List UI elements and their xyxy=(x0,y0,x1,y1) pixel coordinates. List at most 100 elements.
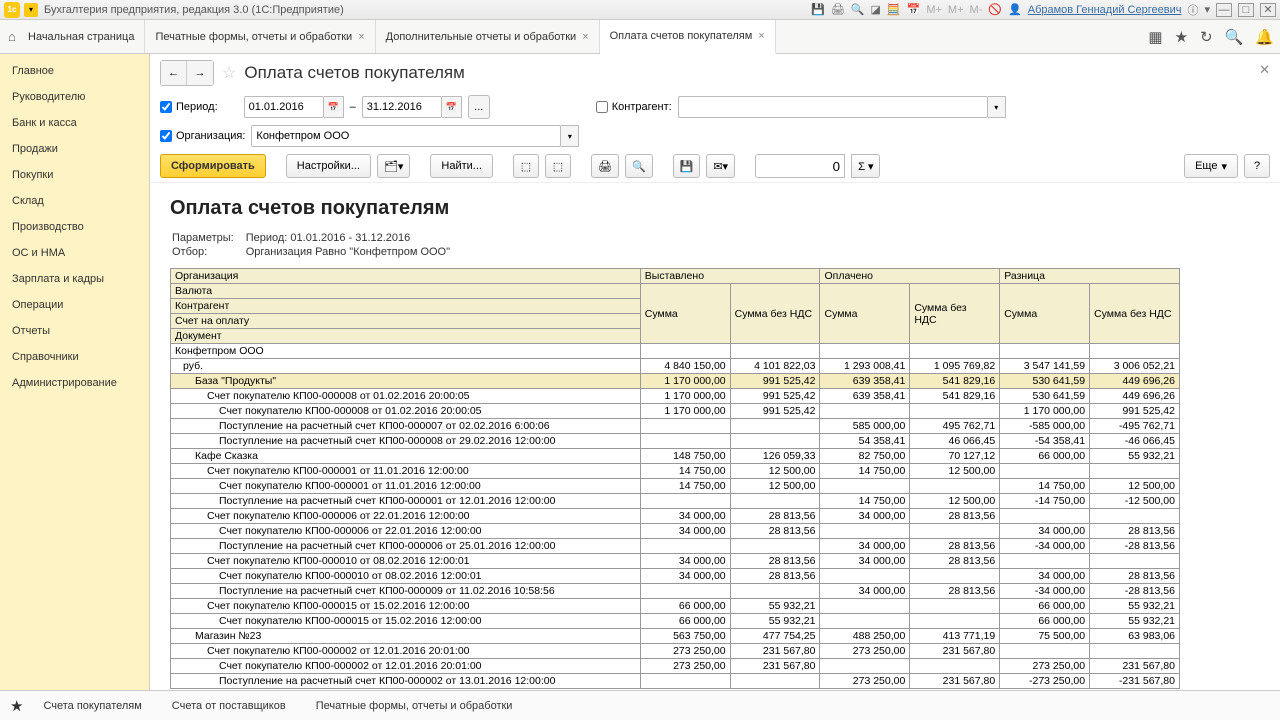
notifications-bell-icon[interactable]: 🔔 xyxy=(1255,28,1274,46)
sidebar-item[interactable]: Продажи xyxy=(0,136,149,162)
period-checkbox-label[interactable]: Период: xyxy=(160,101,218,113)
nav-forward-button[interactable]: → xyxy=(187,61,213,85)
sidebar-item[interactable]: Главное xyxy=(0,58,149,84)
taskbar-link[interactable]: Счета от поставщиков xyxy=(172,700,286,712)
org-checkbox-label[interactable]: Организация: xyxy=(160,130,245,142)
favorite-toggle-icon[interactable]: ☆ xyxy=(222,63,236,83)
org-checkbox[interactable] xyxy=(160,130,172,142)
table-row[interactable]: Счет покупателю КП00-000006 от 22.01.201… xyxy=(171,524,1180,539)
calc-icon[interactable]: 🧮 xyxy=(887,3,901,16)
date-from-picker-button[interactable]: 📅 xyxy=(324,96,344,118)
tab[interactable]: Печатные формы, отчеты и обработки× xyxy=(145,20,375,53)
sidebar-item[interactable]: Склад xyxy=(0,188,149,214)
m-plus-icon[interactable]: M+ xyxy=(926,4,942,16)
maximize-button[interactable]: □ xyxy=(1238,3,1254,17)
print-button[interactable]: 🖨 xyxy=(591,154,619,178)
table-row[interactable]: Поступление на расчетный счет КП00-00000… xyxy=(171,584,1180,599)
table-row[interactable]: Поступление на расчетный счет КП00-00000… xyxy=(171,434,1180,449)
period-ellipsis-button[interactable]: ... xyxy=(468,95,490,119)
table-row[interactable]: Счет покупателю КП00-000015 от 15.02.201… xyxy=(171,614,1180,629)
date-to-picker-button[interactable]: 📅 xyxy=(442,96,462,118)
calendar-icon[interactable]: 📅 xyxy=(907,3,921,16)
nav-back-button[interactable]: ← xyxy=(161,61,187,85)
settings-variant-button[interactable]: 🗂▾ xyxy=(377,154,411,178)
tab[interactable]: Оплата счетов покупателям× xyxy=(600,20,776,54)
table-row[interactable]: Счет покупателю КП00-000015 от 15.02.201… xyxy=(171,599,1180,614)
save-button[interactable]: 💾 xyxy=(673,154,701,178)
search-icon[interactable]: 🔍 xyxy=(1225,28,1244,46)
close-page-button[interactable]: ✕ xyxy=(1259,62,1270,78)
dropdown-icon[interactable]: ▾ xyxy=(1204,3,1210,16)
counterparty-dropdown-button[interactable]: ▾ xyxy=(988,96,1006,118)
email-button[interactable]: ✉▾ xyxy=(706,154,735,178)
find-button[interactable]: Найти... xyxy=(430,154,493,178)
sidebar-item[interactable]: Производство xyxy=(0,214,149,240)
table-row[interactable]: Магазин №23563 750,00477 754,25488 250,0… xyxy=(171,629,1180,644)
sidebar-item[interactable]: Покупки xyxy=(0,162,149,188)
more-button[interactable]: Еще ▾ xyxy=(1184,154,1238,178)
date-from-input[interactable] xyxy=(244,96,324,118)
apps-grid-icon[interactable]: ▦ xyxy=(1148,28,1162,46)
help-button[interactable]: ? xyxy=(1244,154,1270,178)
sidebar-item[interactable]: ОС и НМА xyxy=(0,240,149,266)
m-plus2-icon[interactable]: M+ xyxy=(948,4,964,16)
user-name-link[interactable]: Абрамов Геннадий Сергеевич xyxy=(1028,4,1182,16)
compare-icon[interactable]: ◪ xyxy=(871,3,881,16)
sidebar-item[interactable]: Руководителю xyxy=(0,84,149,110)
form-button[interactable]: Сформировать xyxy=(160,154,266,178)
table-row[interactable]: База "Продукты"1 170 000,00991 525,42639… xyxy=(171,374,1180,389)
history-icon[interactable]: ↻ xyxy=(1200,28,1213,46)
sidebar-item[interactable]: Справочники xyxy=(0,344,149,370)
user-avatar-icon[interactable]: 👤 xyxy=(1008,3,1022,16)
table-row[interactable]: Счет покупателю КП00-000010 от 08.02.201… xyxy=(171,569,1180,584)
org-input[interactable] xyxy=(251,125,561,147)
counterparty-checkbox-label[interactable]: Контрагент: xyxy=(596,101,672,113)
sidebar-item[interactable]: Администрирование xyxy=(0,370,149,396)
table-row[interactable]: Счет покупателю КП00-000002 от 12.01.201… xyxy=(171,644,1180,659)
org-dropdown-button[interactable]: ▾ xyxy=(561,125,579,147)
clear-icon[interactable]: 🚫 xyxy=(988,3,1002,16)
taskbar-star-icon[interactable]: ★ xyxy=(10,697,23,715)
report-area[interactable]: Оплата счетов покупателям Параметры:Пери… xyxy=(150,183,1280,690)
collapse-button[interactable]: ⬚ xyxy=(545,154,571,178)
print-icon[interactable]: 🖨 xyxy=(831,3,845,16)
tab[interactable]: Дополнительные отчеты и обработки× xyxy=(376,20,600,53)
counterparty-input[interactable] xyxy=(678,96,988,118)
favorites-star-icon[interactable]: ★ xyxy=(1175,28,1188,46)
table-row[interactable]: Счет покупателю КП00-000010 от 08.02.201… xyxy=(171,554,1180,569)
table-row[interactable]: Кафе Сказка148 750,00126 059,3382 750,00… xyxy=(171,449,1180,464)
table-row[interactable]: Счет покупателю КП00-000006 от 22.01.201… xyxy=(171,509,1180,524)
sum-input[interactable] xyxy=(755,154,845,178)
settings-button[interactable]: Настройки... xyxy=(286,154,371,178)
table-row[interactable]: Счет покупателю КП00-000008 от 01.02.201… xyxy=(171,389,1180,404)
sidebar-item[interactable]: Зарплата и кадры xyxy=(0,266,149,292)
sum-button[interactable]: Σ ▾ xyxy=(851,154,880,178)
tab-close-icon[interactable]: × xyxy=(358,31,364,43)
m-minus-icon[interactable]: M- xyxy=(970,4,983,16)
table-row[interactable]: Поступление на расчетный счет КП00-00000… xyxy=(171,419,1180,434)
sidebar-item[interactable]: Банк и касса xyxy=(0,110,149,136)
table-row[interactable]: Счет покупателю КП00-000002 от 12.01.201… xyxy=(171,659,1180,674)
table-row[interactable]: Поступление на расчетный счет КП00-00000… xyxy=(171,539,1180,554)
sidebar-item[interactable]: Операции xyxy=(0,292,149,318)
table-row[interactable]: руб.4 840 150,004 101 822,031 293 008,41… xyxy=(171,359,1180,374)
counterparty-checkbox[interactable] xyxy=(596,101,608,113)
expand-button[interactable]: ⬚ xyxy=(513,154,539,178)
tab-close-icon[interactable]: × xyxy=(758,30,764,42)
print-preview-button[interactable]: 🔍 xyxy=(625,154,653,178)
sidebar-item[interactable]: Отчеты xyxy=(0,318,149,344)
table-row[interactable]: Счет покупателю КП00-000001 от 11.01.201… xyxy=(171,464,1180,479)
table-row[interactable]: Конфетпром ООО xyxy=(171,344,1180,359)
date-to-input[interactable] xyxy=(362,96,442,118)
table-row[interactable]: Счет покупателю КП00-000001 от 11.01.201… xyxy=(171,479,1180,494)
taskbar-link[interactable]: Счета покупателям xyxy=(43,700,141,712)
taskbar-link[interactable]: Печатные формы, отчеты и обработки xyxy=(316,700,513,712)
save-icon[interactable]: 💾 xyxy=(811,3,825,16)
period-checkbox[interactable] xyxy=(160,101,172,113)
table-row[interactable]: Поступление на расчетный счет КП00-00000… xyxy=(171,494,1180,509)
table-row[interactable]: Счет покупателю КП00-000008 от 01.02.201… xyxy=(171,404,1180,419)
app-menu-dropdown[interactable]: ▾ xyxy=(24,3,38,17)
tab-close-icon[interactable]: × xyxy=(582,31,588,43)
minimize-button[interactable]: — xyxy=(1216,3,1232,17)
tab[interactable]: ⌂Начальная страница xyxy=(0,20,145,53)
